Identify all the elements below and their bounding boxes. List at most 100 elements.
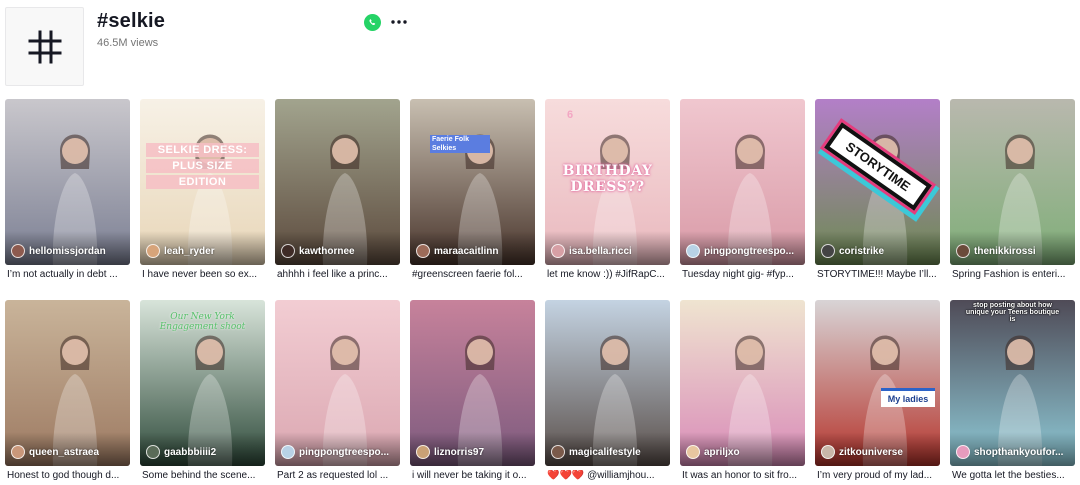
video-author[interactable]: coristrike — [821, 244, 884, 258]
video-author[interactable]: maraacaitlinn — [416, 244, 498, 258]
video-author[interactable]: isa.bella.ricci — [551, 244, 632, 258]
video-card[interactable]: Faerie Folk Selkies maraacaitlinn #greenscr… — [410, 99, 535, 289]
more-icon[interactable] — [390, 13, 408, 31]
author-name[interactable]: pingpongtreespo... — [704, 246, 794, 257]
video-card[interactable]: STORYTIME coristrike STORYTIME!!! Maybe I’… — [815, 99, 940, 289]
author-name[interactable]: leah_ryder — [164, 246, 215, 257]
video-author[interactable]: pingpongtreespo... — [686, 244, 794, 258]
video-author[interactable]: leah_ryder — [146, 244, 215, 258]
video-caption[interactable]: i will never be taking it o... — [412, 470, 535, 481]
video-thumbnail[interactable]: magicalifestyle — [545, 300, 670, 466]
author-name[interactable]: isa.bella.ricci — [569, 246, 632, 257]
video-caption[interactable]: let me know :)) #JifRapC... — [547, 269, 670, 280]
video-card[interactable]: SELKIE DRESS: PLUS SIZE EDITION leah_ryder I… — [140, 99, 265, 289]
video-author[interactable]: kawthornee — [281, 244, 355, 258]
hashtag-icon — [28, 30, 61, 63]
video-card[interactable]: pingpongtreespo... Part 2 as requested lo… — [275, 300, 400, 485]
video-author[interactable]: hellomissjordan — [11, 244, 106, 258]
video-caption[interactable]: #greenscreen faerie fol... — [412, 269, 535, 280]
author-name[interactable]: shopthankyoufor... — [974, 447, 1063, 458]
video-thumbnail[interactable]: STORYTIME coristrike — [815, 99, 940, 265]
video-thumbnail[interactable]: Faerie Folk Selkies maraacaitlinn — [410, 99, 535, 265]
video-thumbnail[interactable]: kawthornee — [275, 99, 400, 265]
author-name[interactable]: zitkouniverse — [839, 447, 903, 458]
video-card[interactable]: hellomissjordan I’m not actually in debt … — [5, 99, 130, 289]
video-card[interactable]: 6 BIRTHDAY DRESS?? isa.bella.ricci let me kn… — [545, 99, 670, 289]
video-thumbnail[interactable]: apriljxo — [680, 300, 805, 466]
author-avatar[interactable] — [956, 445, 970, 459]
video-thumbnail[interactable]: pingpongtreespo... — [275, 300, 400, 466]
author-name[interactable]: coristrike — [839, 246, 884, 257]
video-caption[interactable]: STORYTIME!!! Maybe I’ll... — [817, 269, 940, 280]
video-card[interactable]: liznorris97 i will never be taking it o..… — [410, 300, 535, 485]
video-caption[interactable]: ahhhh i feel like a princ... — [277, 269, 400, 280]
author-avatar[interactable] — [821, 445, 835, 459]
video-card[interactable]: My ladies zitkouniverse I’m very proud of … — [815, 300, 940, 485]
video-author[interactable]: liznorris97 — [416, 445, 484, 459]
video-thumbnail[interactable]: pingpongtreespo... — [680, 99, 805, 265]
video-author[interactable]: pingpongtreespo... — [281, 445, 389, 459]
author-avatar[interactable] — [146, 445, 160, 459]
video-author[interactable]: gaabbbiiii2 — [146, 445, 216, 459]
video-card[interactable]: Our New York Engagement shoot gaabbbiiii2 S… — [140, 300, 265, 485]
author-avatar[interactable] — [146, 244, 160, 258]
video-caption[interactable]: Honest to god though d... — [7, 470, 130, 481]
video-caption[interactable]: ❤️❤️❤️ @williamjhou... — [547, 470, 670, 481]
author-name[interactable]: kawthornee — [299, 246, 355, 257]
video-caption[interactable]: I have never been so ex... — [142, 269, 265, 280]
author-name[interactable]: hellomissjordan — [29, 246, 106, 257]
author-name[interactable]: thenikkirossi — [974, 246, 1036, 257]
video-author[interactable]: zitkouniverse — [821, 445, 903, 459]
video-thumbnail[interactable]: hellomissjordan — [5, 99, 130, 265]
author-avatar[interactable] — [551, 244, 565, 258]
video-thumbnail[interactable]: 6 BIRTHDAY DRESS?? isa.bella.ricci — [545, 99, 670, 265]
video-thumbnail[interactable]: queen_astraea — [5, 300, 130, 466]
author-avatar[interactable] — [686, 445, 700, 459]
video-thumbnail[interactable]: My ladies zitkouniverse — [815, 300, 940, 466]
author-avatar[interactable] — [416, 244, 430, 258]
hashtag-header: #selkie 46.5M views — [0, 0, 1080, 95]
video-caption[interactable]: I’m not actually in debt ... — [7, 269, 130, 280]
author-name[interactable]: apriljxo — [704, 447, 740, 458]
video-card[interactable]: kawthornee ahhhh i feel like a princ... — [275, 99, 400, 289]
author-name[interactable]: magicalifestyle — [569, 447, 641, 458]
author-avatar[interactable] — [281, 445, 295, 459]
video-card[interactable]: pingpongtreespo... Tuesday night gig- #fy… — [680, 99, 805, 289]
video-thumbnail[interactable]: liznorris97 — [410, 300, 535, 466]
video-author[interactable]: thenikkirossi — [956, 244, 1036, 258]
author-name[interactable]: queen_astraea — [29, 447, 99, 458]
author-avatar[interactable] — [416, 445, 430, 459]
author-avatar[interactable] — [281, 244, 295, 258]
author-name[interactable]: liznorris97 — [434, 447, 484, 458]
video-card[interactable]: stop posting about how unique your Teens … — [950, 300, 1075, 485]
video-author[interactable]: magicalifestyle — [551, 445, 641, 459]
author-name[interactable]: gaabbbiiii2 — [164, 447, 216, 458]
video-caption[interactable]: We gotta let the besties... — [952, 470, 1075, 481]
author-name[interactable]: pingpongtreespo... — [299, 447, 389, 458]
video-author[interactable]: queen_astraea — [11, 445, 99, 459]
video-caption[interactable]: Spring Fashion is enteri... — [952, 269, 1075, 280]
video-caption[interactable]: It was an honor to sit fro... — [682, 470, 805, 481]
author-avatar[interactable] — [686, 244, 700, 258]
video-card[interactable]: magicalifestyle ❤️❤️❤️ @williamjhou... — [545, 300, 670, 485]
author-avatar[interactable] — [821, 244, 835, 258]
video-author[interactable]: apriljxo — [686, 445, 740, 459]
video-card[interactable]: apriljxo It was an honor to sit fro... — [680, 300, 805, 485]
video-thumbnail[interactable]: thenikkirossi — [950, 99, 1075, 265]
video-card[interactable]: thenikkirossi Spring Fashion is enteri... — [950, 99, 1075, 289]
video-caption[interactable]: I’m very proud of my lad... — [817, 470, 940, 481]
video-thumbnail[interactable]: Our New York Engagement shoot gaabbbiiii2 — [140, 300, 265, 466]
video-thumbnail[interactable]: stop posting about how unique your Teens … — [950, 300, 1075, 466]
video-caption[interactable]: Tuesday night gig- #fyp... — [682, 269, 805, 280]
author-avatar[interactable] — [11, 244, 25, 258]
video-card[interactable]: queen_astraea Honest to god though d... — [5, 300, 130, 485]
author-avatar[interactable] — [11, 445, 25, 459]
video-thumbnail[interactable]: SELKIE DRESS: PLUS SIZE EDITION leah_ryder — [140, 99, 265, 265]
video-author[interactable]: shopthankyoufor... — [956, 445, 1063, 459]
video-caption[interactable]: Some behind the scene... — [142, 470, 265, 481]
video-caption[interactable]: Part 2 as requested lol ... — [277, 470, 400, 481]
author-avatar[interactable] — [956, 244, 970, 258]
author-avatar[interactable] — [551, 445, 565, 459]
author-name[interactable]: maraacaitlinn — [434, 246, 498, 257]
whatsapp-icon[interactable] — [364, 14, 381, 31]
